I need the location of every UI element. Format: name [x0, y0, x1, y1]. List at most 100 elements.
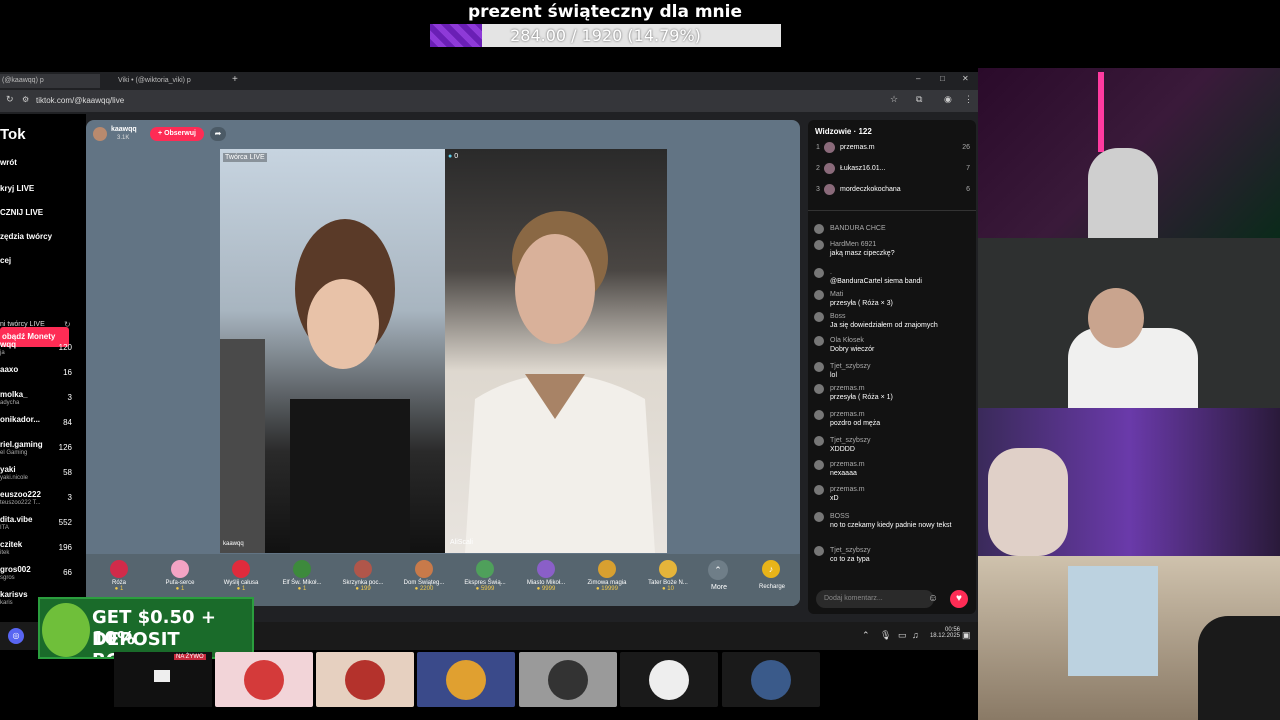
chat-avatar — [814, 290, 824, 300]
right-video-name: AliScali — [450, 539, 473, 546]
gift-item[interactable]: Miasto Mikoł... ● 9999 — [516, 560, 576, 592]
host-name[interactable]: kaawqq — [111, 126, 137, 133]
like-heart-icon[interactable]: ♥ — [950, 590, 968, 608]
window — [1068, 566, 1158, 676]
microphone-icon[interactable]: 🎙 — [880, 630, 891, 641]
gift-price-value: 1 — [241, 586, 246, 592]
emoji-icon[interactable]: ☺ — [928, 593, 938, 604]
gift-item[interactable]: Tater Boże N... ● 10 — [638, 560, 698, 592]
nav-item[interactable]: CZNIJ LIVE — [0, 208, 43, 217]
chat-avatar — [814, 410, 824, 420]
chat-username[interactable]: BOSS — [830, 512, 972, 521]
chat-username[interactable]: przemas.m — [830, 410, 972, 419]
gift-item[interactable]: Zimowa magia ● 19999 — [577, 560, 637, 592]
chat-panel: Widzowie · 122 1 przemas.m 26 2 Łukasz16.01.… — [808, 120, 976, 614]
comment-input[interactable]: Dodaj komentarz... — [816, 590, 934, 608]
thumbnail-avatar[interactable] — [620, 652, 718, 707]
chat-username[interactable]: Tjet_szybszy — [830, 546, 972, 555]
minimize-icon[interactable]: – — [916, 74, 920, 83]
creator-name: gros002 — [0, 565, 31, 574]
chat-username[interactable]: przemas.m — [830, 460, 972, 469]
chat-username[interactable]: przemas.m — [830, 485, 972, 494]
gift-price: ● 19999 — [596, 586, 618, 592]
notification-icon[interactable]: ▣ — [962, 630, 971, 641]
chat-username[interactable]: HardMen 6921 — [830, 240, 972, 249]
thumbnail-live[interactable]: NA ŻYWO — [114, 652, 212, 707]
volume-icon[interactable]: ♫ — [912, 630, 919, 640]
gift-item[interactable]: Ekspres Świą... ● 5999 — [455, 560, 515, 592]
chat-username[interactable]: Mati — [830, 290, 972, 299]
refresh-icon[interactable]: ↻ — [64, 320, 71, 329]
video-guest[interactable]: ● 0 AliScali — [445, 149, 667, 553]
thumbnail-avatar[interactable] — [722, 652, 820, 707]
creator-name: onikador... — [0, 415, 41, 424]
viewers-header: Widzowie · 122 — [815, 127, 872, 136]
nav-item[interactable]: cej — [0, 256, 11, 265]
creator-viewer-count: 120 — [58, 343, 72, 352]
gift-icon — [354, 560, 372, 578]
discord-icon[interactable]: ◎ — [8, 628, 24, 644]
nav-item[interactable]: kryj LIVE — [0, 184, 34, 193]
follow-button[interactable]: + Obserwuj — [150, 127, 204, 141]
bookmark-star-icon[interactable]: ☆ — [890, 94, 898, 105]
viewer-name: mordeczkokochana — [840, 186, 901, 193]
more-gifts-icon[interactable]: ⌃ — [708, 560, 728, 580]
nav-item[interactable]: zędzia twórcy — [0, 232, 52, 241]
more-gifts-label[interactable]: More — [699, 584, 739, 591]
viewer-gift-count: 26 — [962, 144, 970, 151]
extensions-icon[interactable]: ⧉ — [916, 94, 922, 105]
maximize-icon[interactable]: □ — [940, 74, 945, 83]
gift-price-value: 19999 — [601, 586, 618, 592]
profile-icon[interactable]: ◉ — [944, 94, 952, 105]
chat-username[interactable]: Tjet_szybszy — [830, 436, 972, 445]
thumbnail-avatar[interactable] — [519, 652, 617, 707]
gift-item[interactable]: Wyślij całusa ● 1 — [211, 560, 271, 592]
thumbnail-avatar[interactable] — [215, 652, 313, 707]
gift-item[interactable]: Skrzynka poc... ● 199 — [333, 560, 393, 592]
video-host[interactable]: Twórca LIVE kaawqq — [220, 149, 445, 553]
chat-username[interactable]: Boss — [830, 312, 972, 321]
gift-price-value: 2200 — [419, 586, 434, 592]
chat-username[interactable]: przemas.m — [830, 384, 972, 393]
chat-avatar — [814, 268, 824, 278]
creators-header: ni twórcy LIVE — [0, 321, 45, 328]
chat-avatar — [814, 436, 824, 446]
browser-tab[interactable]: Viki • (@wiktoria_viki) p — [104, 74, 224, 88]
thumbnail-avatar[interactable] — [417, 652, 515, 707]
deposit-bonus-ad[interactable]: GET $0.50 + 10% DEPOSIT BONUS — [38, 597, 254, 659]
share-icon[interactable]: ➦ — [210, 127, 226, 141]
new-tab-icon[interactable]: + — [232, 74, 238, 85]
chat-username[interactable]: Ola Kłosek — [830, 336, 972, 345]
chat-avatar — [814, 362, 824, 372]
streamer-figure — [1088, 148, 1158, 238]
streamer-head — [1088, 288, 1144, 348]
creator-name: riel.gaming — [0, 440, 43, 449]
chat-username[interactable]: . — [830, 268, 972, 277]
site-info-icon[interactable]: ⚙ — [22, 95, 29, 104]
chat-username[interactable]: BANDURA CHCE — [830, 224, 972, 233]
address-bar[interactable]: ↻ ⚙ tiktok.com/@kaawqq/live ☆ ⧉ ◉ ⋮ — [0, 90, 978, 112]
close-icon[interactable]: ✕ — [962, 74, 969, 83]
tiktok-logo[interactable]: Tok — [0, 126, 26, 143]
thumbnail-avatar[interactable] — [316, 652, 414, 707]
gift-item[interactable]: Pufa-serce ● 1 — [150, 560, 210, 592]
network-icon[interactable]: ▭ — [898, 630, 907, 641]
reload-icon[interactable]: ↻ — [6, 94, 14, 105]
menu-icon[interactable]: ⋮ — [964, 94, 973, 105]
url-text[interactable]: tiktok.com/@kaawqq/live — [36, 96, 124, 105]
gift-item[interactable]: Róża ● 1 — [89, 560, 149, 592]
browser-tab[interactable]: (@kaawqq) p — [0, 74, 100, 88]
gift-item[interactable]: Dom Świąteg... ● 2200 — [394, 560, 454, 592]
gift-price-value: 1 — [302, 586, 307, 592]
chat-username[interactable]: Tjet_szybszy — [830, 362, 972, 371]
host-avatar[interactable] — [93, 127, 107, 141]
clock[interactable]: 00:56 18.12.2025 — [926, 627, 960, 639]
chat-avatar — [814, 546, 824, 556]
creator-live-label: Twórca LIVE — [223, 153, 267, 162]
chat-text: lol — [830, 372, 838, 379]
tray-chevron-icon[interactable]: ⌃ — [862, 630, 870, 641]
recharge-label[interactable]: Recharge — [750, 584, 794, 590]
nav-item[interactable]: wrót — [0, 158, 17, 167]
chat-message: Ola Kłosek Dobry wieczór — [814, 336, 972, 354]
gift-item[interactable]: Elf Św. Mikoł... ● 1 — [272, 560, 332, 592]
